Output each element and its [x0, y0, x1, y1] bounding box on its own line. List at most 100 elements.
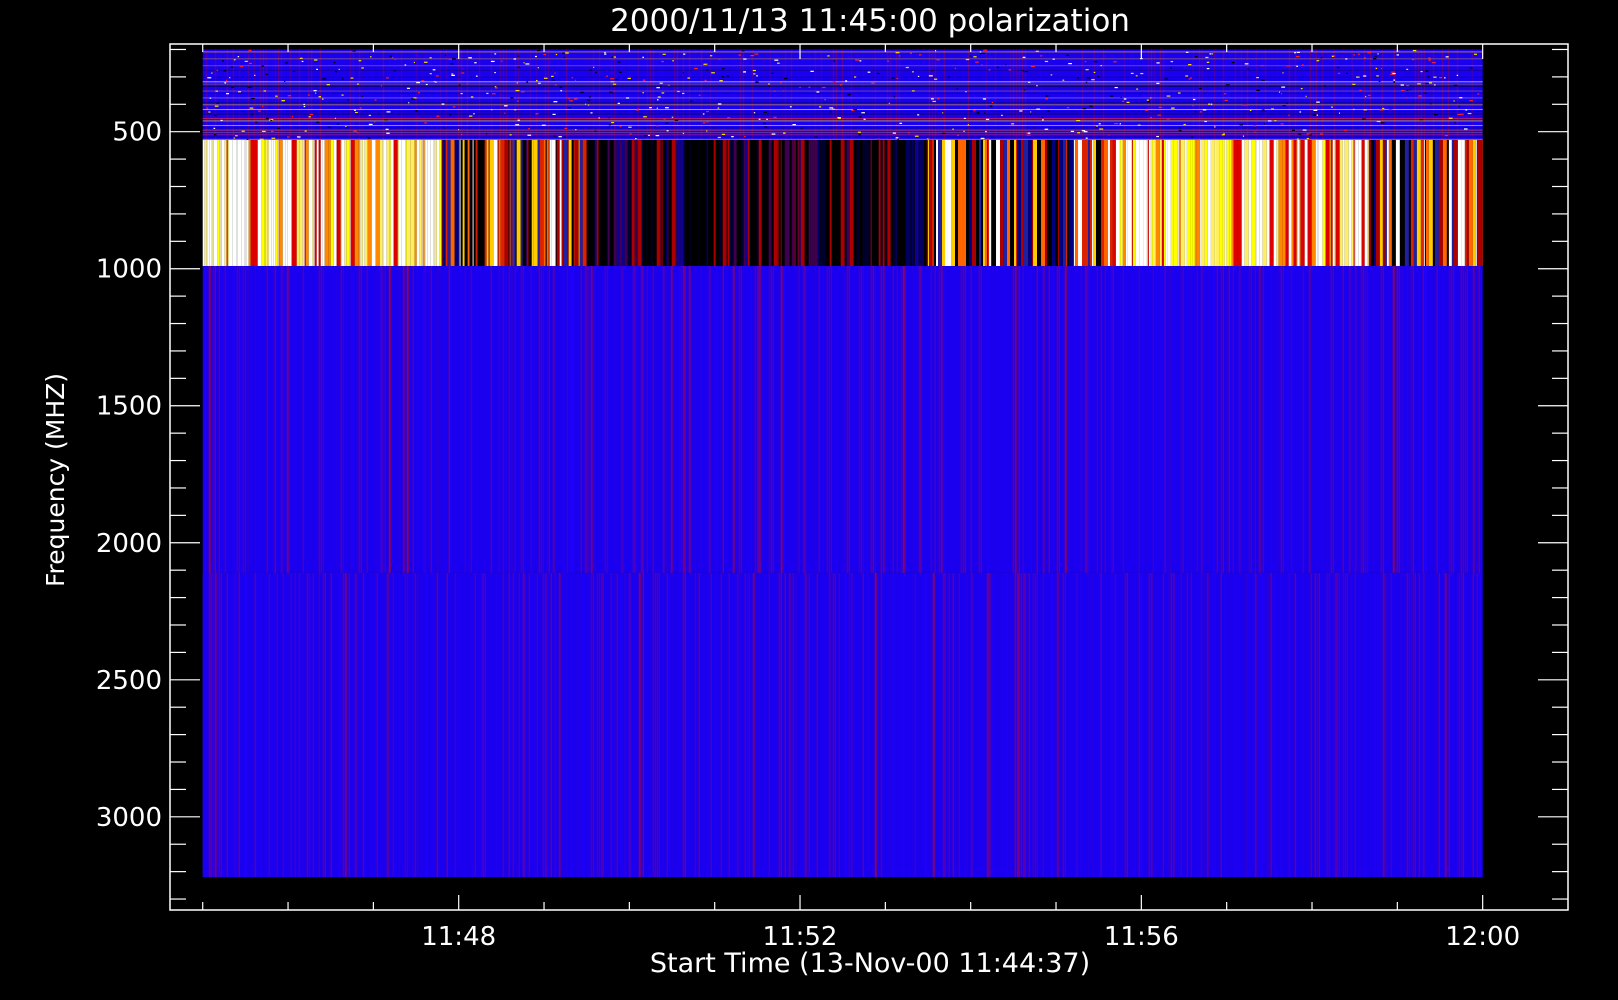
heatmap-stripe — [526, 49, 529, 140]
heatmap-stripe — [654, 572, 656, 878]
heatmap-stripe — [1198, 49, 1201, 140]
heatmap-stripe — [733, 49, 736, 140]
heatmap-stripe — [900, 265, 902, 573]
heatmap-speck — [1130, 72, 1134, 75]
heatmap-speck — [1417, 83, 1421, 85]
heatmap-speck — [1256, 76, 1259, 79]
polarization-column — [996, 139, 1001, 266]
heatmap-speck — [726, 75, 730, 77]
heatmap-stripe — [682, 49, 685, 140]
heatmap-speck — [956, 88, 959, 90]
polarization-column — [1184, 139, 1187, 266]
polarization-column — [1170, 139, 1174, 266]
heatmap-speck — [421, 80, 425, 82]
heatmap-speck — [936, 59, 940, 61]
heatmap-speck — [1044, 60, 1049, 63]
polarization-column — [362, 139, 365, 266]
heatmap-stripe — [302, 572, 304, 878]
heatmap-stripe — [1434, 265, 1436, 573]
heatmap-speck — [985, 118, 990, 121]
heatmap-speck — [298, 57, 300, 60]
polarization-column — [442, 139, 446, 266]
polarization-column — [981, 139, 984, 266]
heatmap-stripe — [1230, 572, 1232, 878]
heatmap-speck — [211, 72, 213, 74]
polarization-column — [956, 139, 959, 266]
heatmap-speck — [1121, 100, 1125, 102]
heatmap-speck — [261, 65, 265, 67]
polarization-column — [1364, 139, 1368, 266]
polarization-column — [958, 139, 963, 266]
heatmap-speck — [1188, 63, 1192, 66]
heatmap-speck — [1120, 96, 1122, 99]
heatmap-stripe — [1308, 265, 1311, 573]
heatmap-stripe — [1086, 265, 1088, 573]
heatmap-stripe — [1153, 49, 1156, 140]
heatmap-speck — [1331, 106, 1333, 108]
heatmap-speck — [918, 54, 922, 56]
polarization-column — [1143, 139, 1147, 266]
heatmap-stripe — [446, 572, 448, 878]
heatmap-speck — [598, 117, 600, 119]
heatmap-stripe — [1024, 49, 1027, 140]
heatmap-stripe — [1116, 572, 1118, 878]
heatmap-speck — [356, 132, 359, 134]
polarization-column — [481, 139, 485, 266]
heatmap-speck — [629, 133, 632, 135]
heatmap-stripe — [630, 572, 632, 878]
polarization-column — [528, 139, 532, 266]
heatmap-speck — [1050, 74, 1053, 76]
heatmap-speck — [942, 112, 944, 114]
heatmap-speck — [223, 70, 227, 72]
heatmap-speck — [1099, 128, 1104, 130]
heatmap-speck — [1068, 62, 1072, 65]
heatmap-speck — [413, 61, 415, 64]
polarization-column — [706, 139, 708, 266]
polarization-column — [308, 139, 313, 266]
heatmap-stripe — [1162, 572, 1164, 878]
polarization-column — [1408, 139, 1411, 266]
heatmap-streak — [202, 138, 1483, 140]
heatmap-speck — [682, 72, 685, 74]
heatmap-stripe — [1258, 572, 1260, 878]
heatmap-speck — [1390, 73, 1392, 75]
heatmap-stripe — [1422, 572, 1425, 878]
heatmap-stripe — [408, 572, 410, 878]
heatmap-speck — [619, 126, 622, 128]
heatmap-stripe — [1290, 265, 1292, 573]
polarization-column — [713, 139, 716, 266]
heatmap-stripe — [896, 265, 898, 573]
heatmap-speck — [706, 110, 709, 113]
polarization-column — [1391, 139, 1396, 266]
heatmap-speck — [829, 107, 834, 109]
heatmap-stripe — [676, 49, 679, 140]
heatmap-speck — [983, 112, 986, 114]
heatmap-stripe — [1423, 49, 1426, 140]
heatmap-stripe — [1250, 265, 1252, 573]
heatmap-stripe — [1222, 49, 1225, 140]
polarization-column — [756, 139, 759, 266]
polarization-column — [1155, 139, 1160, 266]
polarization-column — [935, 139, 937, 266]
heatmap-speck — [783, 132, 786, 134]
heatmap-stripe — [430, 265, 432, 573]
heatmap-stripe — [562, 265, 564, 573]
heatmap-speck — [1042, 119, 1044, 121]
polarization-column — [573, 139, 575, 266]
polarization-column — [250, 139, 254, 266]
heatmap-speck — [1448, 117, 1453, 119]
polarization-column — [1224, 139, 1227, 266]
heatmap-stripe — [890, 572, 892, 878]
heatmap-speck — [690, 100, 693, 102]
heatmap-stripe — [1147, 49, 1150, 140]
polarization-column — [1410, 139, 1414, 266]
heatmap-stripe — [1018, 265, 1020, 573]
heatmap-stripe — [1190, 265, 1192, 573]
heatmap-speck — [917, 114, 920, 116]
polarization-column — [1248, 139, 1252, 266]
heatmap-stripe — [508, 265, 510, 573]
heatmap-stripe — [1364, 572, 1366, 878]
heatmap-speck — [470, 96, 474, 98]
heatmap-speck — [731, 136, 734, 138]
heatmap-stripe — [1150, 572, 1153, 878]
